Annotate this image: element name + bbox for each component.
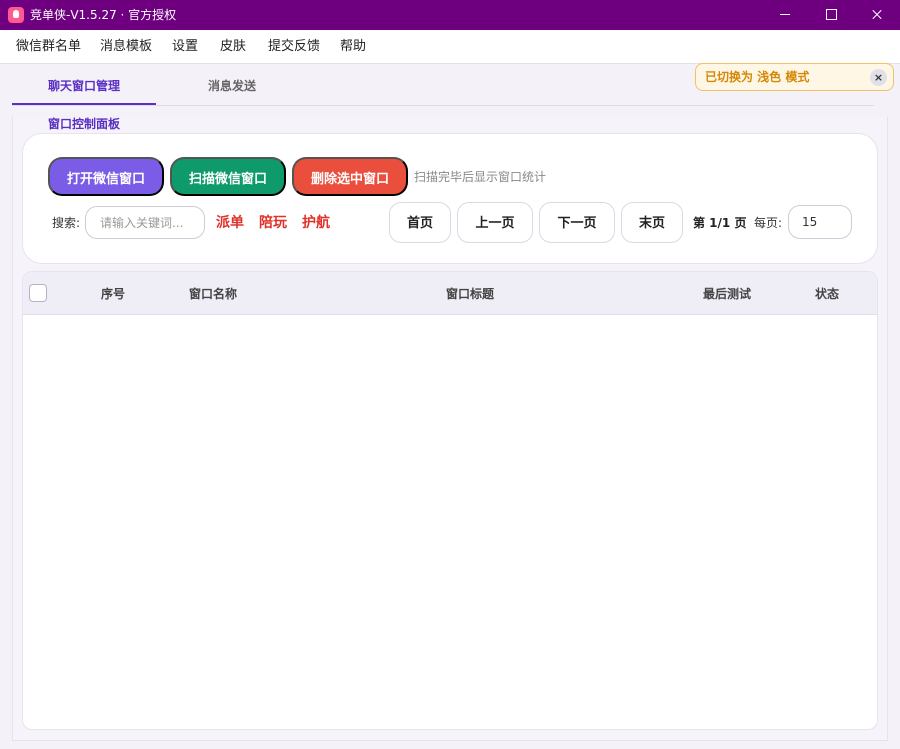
section-label: 窗口控制面板 xyxy=(48,117,121,131)
active-tab-indicator xyxy=(12,103,156,105)
delete-selected-window-button[interactable]: 删除选中窗口 xyxy=(292,157,408,196)
toast-message: 已切换为 浅色 模式 xyxy=(705,70,810,84)
menu-submit-feedback[interactable]: 提交反馈 xyxy=(268,39,320,55)
app-icon xyxy=(8,7,24,23)
control-card xyxy=(22,133,878,264)
window-title: 竞单侠-V1.5.27 · 官方授权 xyxy=(30,8,177,22)
minimize-icon[interactable] xyxy=(762,0,808,30)
menu-help[interactable]: 帮助 xyxy=(340,39,366,55)
scan-hint: 扫描完毕后显示窗口统计 xyxy=(414,170,547,184)
column-header-status: 状态 xyxy=(815,287,840,301)
maximize-icon[interactable] xyxy=(808,0,854,30)
menu-bar: 微信群名单 消息模板 设置 皮肤 提交反馈 帮助 xyxy=(0,30,900,64)
column-header-last-test: 最后测试 xyxy=(703,287,752,301)
theme-toast: 已切换为 浅色 模式 × xyxy=(695,63,894,91)
menu-message-templates[interactable]: 消息模板 xyxy=(100,39,152,55)
tag-escort[interactable]: 护航 xyxy=(302,214,330,232)
column-header-index: 序号 xyxy=(101,287,126,301)
tag-dispatch[interactable]: 派单 xyxy=(216,214,244,232)
prev-page-button[interactable]: 上一页 xyxy=(457,202,533,243)
last-page-button[interactable]: 末页 xyxy=(621,202,683,243)
menu-wechat-group-list[interactable]: 微信群名单 xyxy=(16,39,81,55)
tab-chat-window-management[interactable]: 聊天窗口管理 xyxy=(48,78,120,94)
table-header: 序号 窗口名称 窗口标题 最后测试 状态 xyxy=(23,272,877,315)
tag-companion[interactable]: 陪玩 xyxy=(259,214,287,232)
per-page-label: 每页: xyxy=(754,216,783,230)
column-header-window-name: 窗口名称 xyxy=(189,287,238,301)
tab-divider xyxy=(12,105,874,106)
menu-settings[interactable]: 设置 xyxy=(172,39,198,55)
scan-wechat-window-button[interactable]: 扫描微信窗口 xyxy=(170,157,286,196)
menu-skin[interactable]: 皮肤 xyxy=(220,39,246,55)
toast-close-icon[interactable]: × xyxy=(870,69,887,86)
page-info: 第 1/1 页 xyxy=(693,216,747,230)
column-header-window-title: 窗口标题 xyxy=(446,287,495,301)
window-table: 序号 窗口名称 窗口标题 最后测试 状态 xyxy=(22,271,878,730)
per-page-input[interactable] xyxy=(788,205,852,239)
next-page-button[interactable]: 下一页 xyxy=(539,202,615,243)
first-page-button[interactable]: 首页 xyxy=(389,202,451,243)
open-wechat-window-button[interactable]: 打开微信窗口 xyxy=(48,157,164,196)
select-all-checkbox[interactable] xyxy=(29,284,47,302)
title-bar: 竞单侠-V1.5.27 · 官方授权 xyxy=(0,0,900,30)
close-icon[interactable] xyxy=(854,0,900,30)
tab-message-sending[interactable]: 消息发送 xyxy=(208,78,256,94)
search-input[interactable] xyxy=(85,206,205,239)
search-label: 搜索: xyxy=(52,216,81,230)
